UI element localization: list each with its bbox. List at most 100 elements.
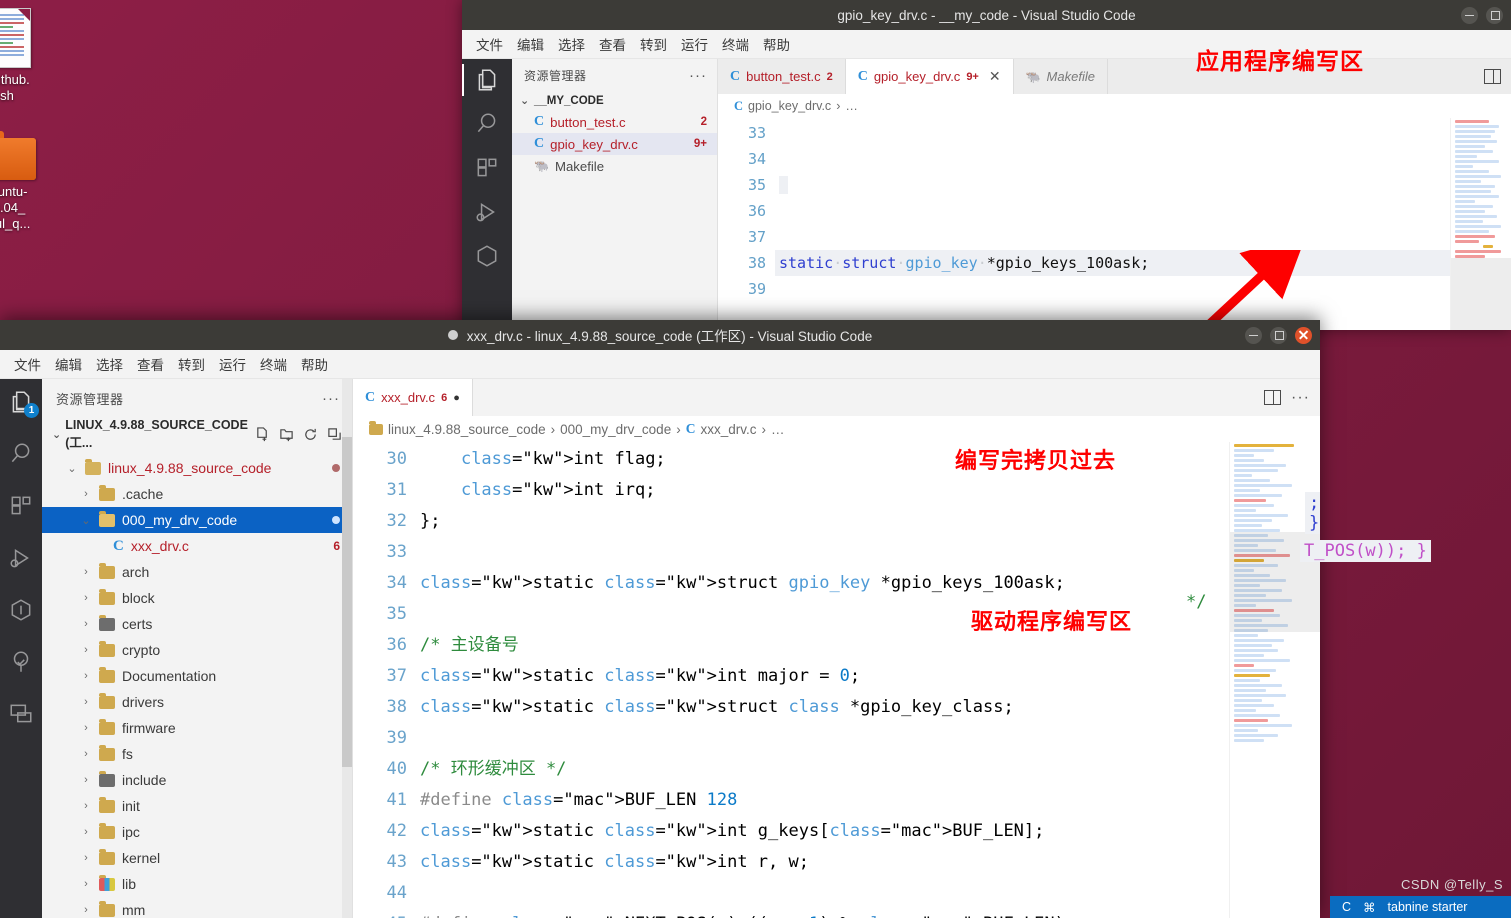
- tree-item-drivers[interactable]: › drivers: [42, 689, 352, 715]
- explorer-sidebar[interactable]: 资源管理器 ··· ⌄ __MY_CODE C button_test.c 2 …: [512, 59, 718, 330]
- search-icon[interactable]: [474, 111, 500, 137]
- close-button[interactable]: [1295, 326, 1312, 344]
- explorer-icon[interactable]: [462, 64, 500, 96]
- tree-item-lib[interactable]: › lib: [42, 871, 352, 897]
- collapse-all-icon[interactable]: [327, 427, 342, 442]
- menu-item-view[interactable]: 查看: [599, 34, 626, 54]
- desktop-icon-script[interactable]: cgithub. sh: [0, 8, 50, 104]
- c-lang-icon[interactable]: C: [1342, 900, 1351, 914]
- menu-item-help[interactable]: 帮助: [763, 34, 790, 54]
- tree-item-fs[interactable]: › fs: [42, 741, 352, 767]
- menu-item-go[interactable]: 转到: [178, 354, 205, 374]
- window-titlebar[interactable]: xxx_drv.c - linux_4.9.88_source_code (工作…: [0, 320, 1320, 350]
- tree-item-firmware[interactable]: › firmware: [42, 715, 352, 741]
- tab-xxx_drv_c[interactable]: C xxx_drv.c 6 ●: [353, 379, 473, 416]
- code-content[interactable]: class="kw">int flag; class="kw">int irq;…: [416, 442, 1229, 918]
- vscode-window-app[interactable]: gpio_key_drv.c - __my_code - Visual Stud…: [462, 0, 1511, 330]
- docker-icon[interactable]: [8, 597, 34, 623]
- vscode-window-driver[interactable]: xxx_drv.c - linux_4.9.88_source_code (工作…: [0, 320, 1320, 918]
- window-controls[interactable]: [1245, 320, 1312, 350]
- more-actions-icon[interactable]: ···: [1291, 389, 1310, 407]
- editor-actions[interactable]: ···: [1254, 379, 1320, 416]
- activity-bar[interactable]: [462, 59, 512, 330]
- scrollbar-thumb[interactable]: [342, 437, 352, 767]
- maximize-button[interactable]: [1486, 6, 1503, 24]
- tree-item-kernel[interactable]: › kernel: [42, 845, 352, 871]
- run-debug-icon[interactable]: [474, 199, 500, 225]
- window-controls[interactable]: [1461, 0, 1503, 30]
- remote-explorer-icon[interactable]: [8, 701, 34, 727]
- tree-item-gpio_key_drv_c[interactable]: C gpio_key_drv.c 9+: [512, 133, 717, 155]
- new-folder-icon[interactable]: [279, 427, 294, 442]
- tree-item-certs[interactable]: › certs: [42, 611, 352, 637]
- tree-item-documentation[interactable]: › Documentation: [42, 663, 352, 689]
- explorer-sidebar[interactable]: 资源管理器 ··· ⌄ LINUX_4.9.88_SOURCE_CODE (工.…: [42, 379, 353, 918]
- explorer-root-folder[interactable]: ⌄ __MY_CODE: [512, 90, 717, 111]
- code-editor[interactable]: 33 34 35 36 37 38 39 static·struct·gpio_…: [718, 118, 1511, 330]
- tree-item-xxx-drv-c[interactable]: Cxxx_drv.c 6: [42, 533, 352, 559]
- tree-item-mm[interactable]: › mm: [42, 897, 352, 918]
- extensions-icon[interactable]: [474, 155, 500, 181]
- breadcrumb-item-file[interactable]: gpio_key_drv.c: [748, 99, 831, 113]
- tab-button_test_c[interactable]: C button_test.c 2: [718, 59, 846, 94]
- more-actions-icon[interactable]: ···: [322, 390, 340, 407]
- menu-item-terminal[interactable]: 终端: [260, 354, 287, 374]
- explorer-icon[interactable]: 1: [8, 389, 39, 418]
- tree-item-crypto[interactable]: › crypto: [42, 637, 352, 663]
- tree-item-include[interactable]: › include: [42, 767, 352, 793]
- tabnine-icon[interactable]: ⌘: [1363, 900, 1376, 915]
- tree-item-000-my-drv-code[interactable]: ⌄ 000_my_drv_code: [42, 507, 352, 533]
- menu-item-selection[interactable]: 选择: [558, 34, 585, 54]
- maximize-button[interactable]: [1270, 326, 1287, 344]
- code-editor[interactable]: 30313233343536373839404142434445464748 c…: [353, 442, 1320, 918]
- tree-item-linux-4-9-88-source-code[interactable]: ⌄ linux_4.9.88_source_code: [42, 455, 352, 481]
- tree-item-button_test_c[interactable]: C button_test.c 2: [512, 111, 717, 133]
- status-tabnine-label[interactable]: tabnine starter: [1388, 900, 1468, 914]
- more-actions-icon[interactable]: ···: [689, 67, 707, 84]
- tree-item-block[interactable]: › block: [42, 585, 352, 611]
- refresh-icon[interactable]: [303, 427, 318, 442]
- menu-item-run[interactable]: 运行: [681, 34, 708, 54]
- menu-item-file[interactable]: 文件: [14, 354, 41, 374]
- menu-item-edit[interactable]: 编辑: [55, 354, 82, 374]
- minimize-button[interactable]: [1461, 6, 1478, 24]
- menubar[interactable]: 文件 编辑 选择 查看 转到 运行 终端 帮助: [0, 350, 1320, 379]
- status-bar[interactable]: C ⌘ tabnine starter: [1330, 896, 1511, 918]
- minimap[interactable]: [1450, 118, 1511, 330]
- run-debug-icon[interactable]: [8, 545, 34, 571]
- tree-item-arch[interactable]: › arch: [42, 559, 352, 585]
- search-icon[interactable]: [8, 441, 34, 467]
- tree-item-ipc[interactable]: › ipc: [42, 819, 352, 845]
- tree-item-init[interactable]: › init: [42, 793, 352, 819]
- unsaved-indicator-icon[interactable]: ●: [453, 392, 460, 404]
- desktop-icon-folder[interactable]: buntu- 8.04_ 6ul_q...: [0, 131, 52, 232]
- editor-tabbar[interactable]: C xxx_drv.c 6 ● ···: [353, 379, 1320, 416]
- file-tree[interactable]: ⌄ linux_4.9.88_source_code › .cache ⌄ 000_my_…: [42, 455, 352, 918]
- menu-item-go[interactable]: 转到: [640, 34, 667, 54]
- split-editor-icon[interactable]: [1264, 390, 1282, 405]
- window-titlebar[interactable]: gpio_key_drv.c - __my_code - Visual Stud…: [462, 0, 1511, 30]
- remote-icon[interactable]: [474, 243, 500, 269]
- tree-item--cache[interactable]: › .cache: [42, 481, 352, 507]
- breadcrumb[interactable]: linux_4.9.88_source_code › 000_my_drv_co…: [353, 416, 1320, 442]
- close-icon[interactable]: ✕: [989, 68, 1001, 85]
- menu-item-selection[interactable]: 选择: [96, 354, 123, 374]
- explorer-toolbar[interactable]: [255, 427, 352, 442]
- new-file-icon[interactable]: [255, 427, 270, 442]
- menu-item-terminal[interactable]: 终端: [722, 34, 749, 54]
- editor-tabbar[interactable]: C button_test.c 2 C gpio_key_drv.c 9+ ✕ …: [718, 59, 1511, 94]
- menu-item-file[interactable]: 文件: [476, 34, 503, 54]
- extensions-icon[interactable]: [8, 493, 34, 519]
- breadcrumb-item-more[interactable]: …: [771, 422, 785, 437]
- breadcrumb-item-workspace[interactable]: linux_4.9.88_source_code: [388, 422, 546, 437]
- code-content[interactable]: static·struct·gpio_key·*gpio_keys_100ask…: [775, 118, 1450, 330]
- split-editor-icon[interactable]: [1484, 69, 1501, 84]
- tree-item-makefile[interactable]: 🐃 Makefile: [512, 155, 717, 177]
- activity-bar[interactable]: 1: [0, 379, 42, 918]
- breadcrumb[interactable]: C gpio_key_drv.c › …: [718, 94, 1511, 118]
- menu-item-view[interactable]: 查看: [137, 354, 164, 374]
- test-icon[interactable]: [8, 649, 34, 675]
- workspace-root[interactable]: ⌄ LINUX_4.9.88_SOURCE_CODE (工...: [42, 414, 352, 455]
- minimize-button[interactable]: [1245, 326, 1262, 344]
- menu-item-help[interactable]: 帮助: [301, 354, 328, 374]
